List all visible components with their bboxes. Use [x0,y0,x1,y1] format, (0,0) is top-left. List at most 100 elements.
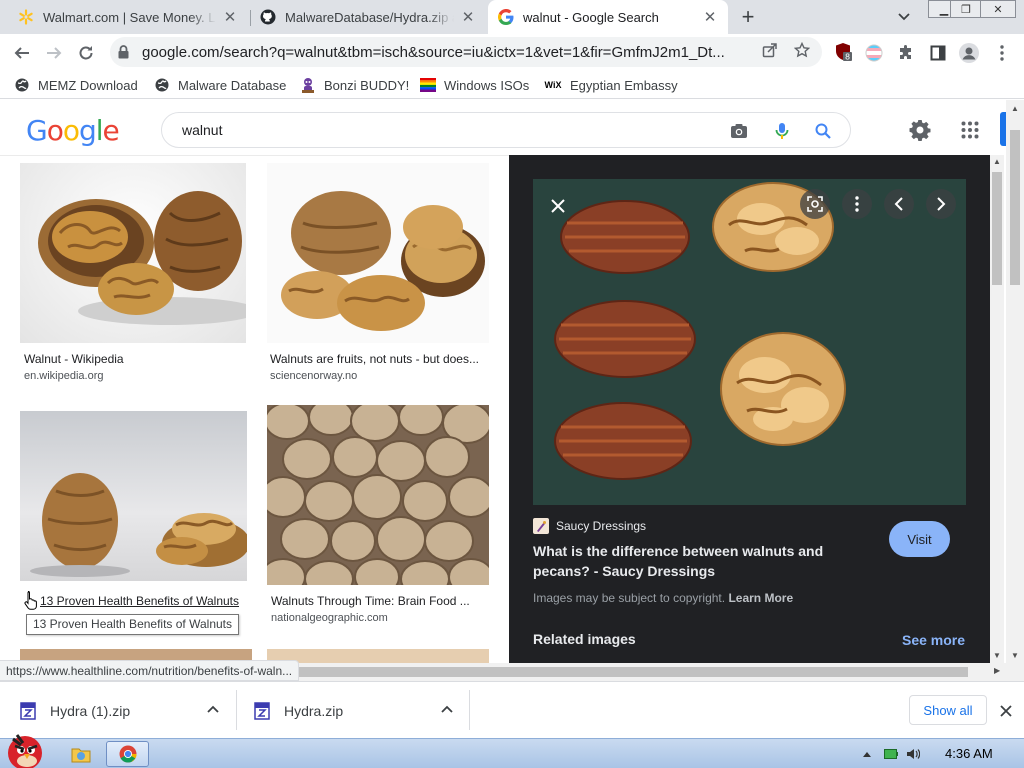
new-tab-button[interactable]: + [736,4,760,29]
page-scrollbar[interactable]: ▲ ▼ [1006,100,1024,663]
wix-icon: WiX [544,80,562,90]
lens-button[interactable] [800,189,830,219]
result-thumbnail[interactable] [267,163,489,343]
profile-avatar-icon[interactable] [959,43,979,63]
result-source[interactable]: en.wikipedia.org [24,370,104,382]
more-options-button[interactable] [842,189,872,219]
close-preview-button[interactable] [543,191,573,221]
scrollbar-thumb[interactable] [1010,130,1020,285]
chevron-right-icon [937,197,946,211]
bookmark-malware-database[interactable]: Malware Database [154,76,286,94]
puzzle-extensions-icon[interactable] [896,43,916,63]
address-bar[interactable]: google.com/search?q=walnut&tbm=isch&sour… [110,37,822,67]
battery-icon[interactable] [884,747,898,761]
close-window-button[interactable]: ✕ [980,0,1016,18]
bookmark-bonzi-buddy[interactable]: Bonzi BUDDY! [300,76,409,94]
source-site[interactable]: Saucy Dressings [533,518,646,534]
scroll-up-arrow-icon[interactable]: ▲ [993,157,1001,166]
start-button[interactable] [2,731,50,768]
scroll-down-arrow-icon[interactable]: ▼ [993,651,1001,660]
scroll-up-arrow-icon[interactable]: ▲ [1011,104,1019,113]
gear-icon[interactable] [908,118,932,142]
trans-flag-extension-icon[interactable] [864,43,884,63]
download-filename: Hydra.zip [284,702,344,719]
result-source[interactable]: sciencenorway.no [270,370,357,382]
learn-more-link[interactable]: Learn More [728,591,793,605]
bookmark-label: Bonzi BUDDY! [324,77,410,93]
side-panel-icon[interactable] [928,43,948,63]
download-item[interactable]: Hydra.zip [254,682,468,739]
tab-google-search[interactable]: walnut - Google Search ✕ [488,0,728,34]
result-title[interactable]: 13 Proven Health Benefits of Walnuts [40,594,240,608]
chevron-down-icon[interactable] [895,8,913,26]
camera-icon[interactable] [730,122,748,140]
download-filename: Hydra (1).zip [50,702,131,719]
bookmark-label: Malware Database [178,77,287,93]
show-all-button[interactable]: Show all [909,695,987,725]
preview-title[interactable]: What is the difference between walnuts a… [533,541,853,581]
zip-file-icon [20,701,36,720]
file-explorer-icon[interactable] [68,741,94,767]
globe-icon [14,77,30,93]
result-title[interactable]: Walnut - Wikipedia [24,352,244,366]
microphone-icon[interactable] [773,122,791,140]
bookmark-memz-download[interactable]: MEMZ Download [14,76,138,94]
result-thumbnail[interactable] [267,405,489,585]
next-image-button[interactable] [926,189,956,219]
kebab-menu-icon [855,196,859,212]
restore-button[interactable]: ❐ [950,0,982,18]
walnut-image [38,191,246,325]
taskbar-chrome-button[interactable] [106,741,149,767]
apps-grid-icon[interactable] [958,118,982,142]
panel-scrollbar[interactable]: ▲ ▼ [990,155,1004,663]
close-tab-icon[interactable]: ✕ [702,9,718,26]
show-hidden-icons-icon[interactable] [860,747,874,761]
see-more-link[interactable]: See more [902,632,965,648]
hand-cursor-icon [24,591,37,610]
result-title[interactable]: Walnuts Through Time: Brain Food ... [271,594,481,608]
tab-walmart[interactable]: Walmart.com | Save Money. Live Better. ✕ [8,0,248,34]
tab-github[interactable]: MalwareDatabase/Hydra.zip at main ✕ [250,0,486,34]
lock-icon [118,45,132,59]
kebab-menu-icon[interactable] [992,43,1012,63]
close-tab-icon[interactable]: ✕ [222,9,238,26]
result-thumbnail[interactable] [20,411,247,581]
close-tab-icon[interactable]: ✕ [460,9,476,26]
previous-image-button[interactable] [884,189,914,219]
scroll-right-arrow-icon[interactable]: ▶ [994,666,1000,675]
chevron-up-icon[interactable] [206,702,220,716]
bookmark-windows-isos[interactable]: Windows ISOs [420,76,529,94]
google-logo[interactable]: Google [26,114,120,147]
reload-button[interactable] [72,39,100,67]
back-button[interactable] [8,39,36,67]
scrollbar-thumb[interactable] [992,172,1002,285]
tab-strip: Walmart.com | Save Money. Live Better. ✕… [0,0,1024,34]
walmart-spark-icon [18,9,34,25]
preview-image[interactable] [533,179,966,505]
url-path: /search?q=walnut&tbm=isch&source=iu&ictx… [219,43,725,61]
clock[interactable]: 4:36 AM [945,746,993,761]
google-icon [498,9,514,25]
angry-bird-start-icon [8,734,42,768]
search-icon[interactable] [814,122,832,140]
copyright-text: Images may be subject to copyright. [533,591,726,605]
bookmark-label: Windows ISOs [444,77,530,93]
scroll-down-arrow-icon[interactable]: ▼ [1011,651,1019,660]
chevron-up-icon[interactable] [440,702,454,716]
result-thumbnail[interactable] [267,649,489,663]
result-title[interactable]: Walnuts are fruits, not nuts - but does.… [270,352,494,366]
volume-icon[interactable] [906,747,920,761]
status-bar-url: https://www.healthline.com/nutrition/ben… [0,660,300,681]
forward-button[interactable] [40,39,68,67]
visit-button[interactable]: Visit [889,521,950,557]
close-shelf-button[interactable] [996,701,1016,721]
bookmark-egyptian-embassy[interactable]: WiX Egyptian Embassy [544,76,678,94]
result-source[interactable]: nationalgeographic.com [271,612,388,624]
search-query-text: walnut [182,122,223,138]
search-input[interactable]: walnut [161,112,851,148]
share-icon[interactable] [761,41,779,59]
download-item[interactable]: Hydra (1).zip [20,682,234,739]
result-thumbnail[interactable] [20,163,246,343]
ublock-extension-icon[interactable]: 8 [834,42,854,62]
bookmark-star-icon[interactable] [793,41,811,59]
